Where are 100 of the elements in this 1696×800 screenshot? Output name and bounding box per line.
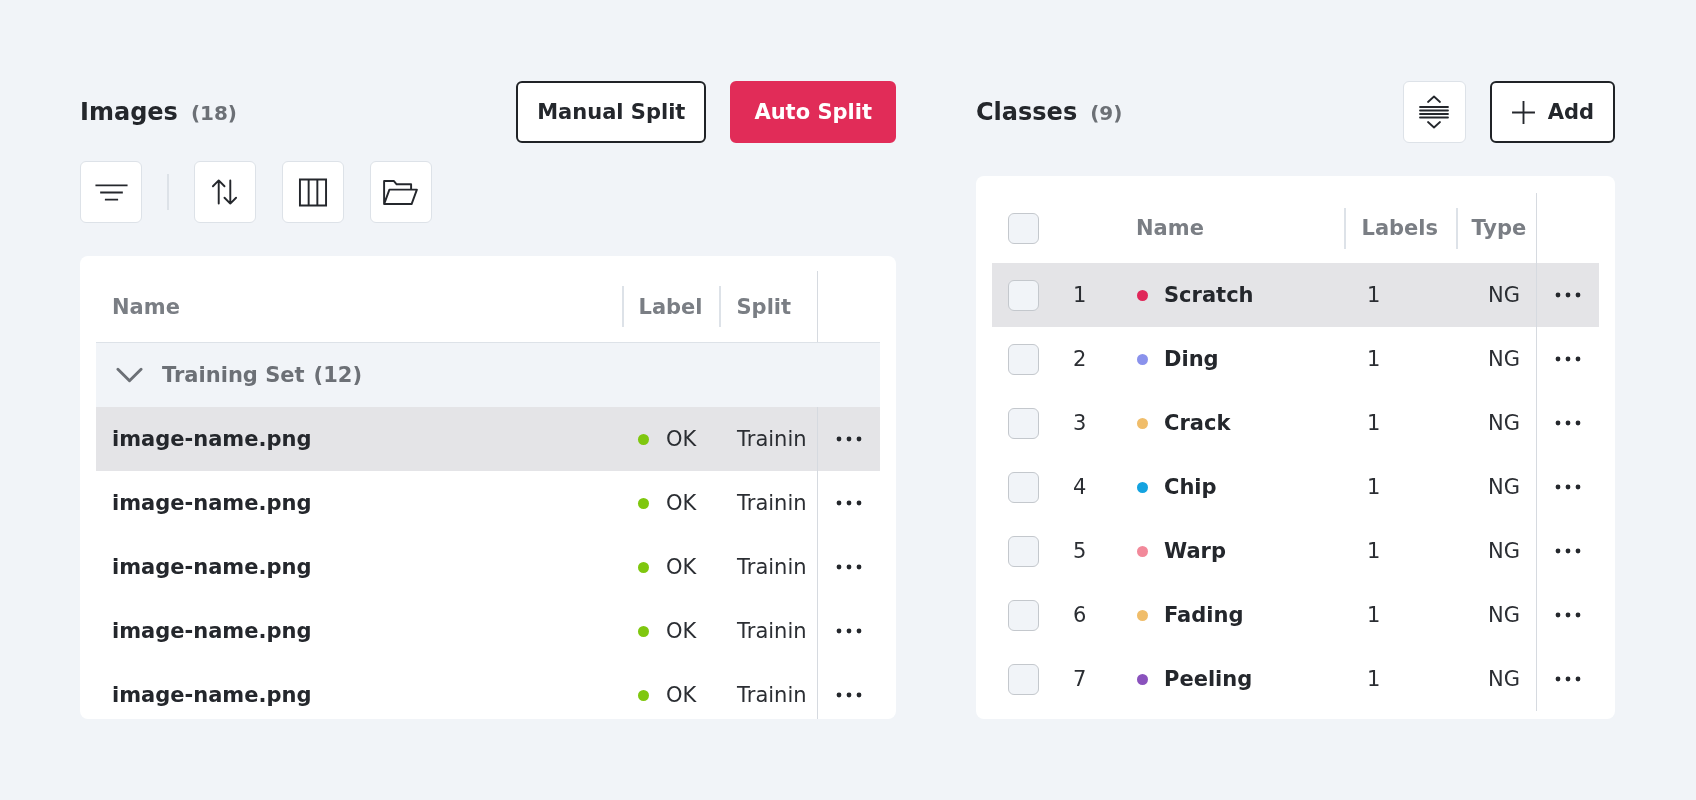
type-text: NG <box>1488 347 1520 371</box>
file-name: image-name.png <box>112 427 312 451</box>
label-count: 1 <box>1367 475 1381 499</box>
column-header: Name <box>112 294 180 319</box>
ellipsis-icon <box>836 500 862 506</box>
file-name: image-name.png <box>112 619 312 643</box>
split-text: Trainin <box>737 555 807 579</box>
column-header: Name <box>1136 216 1204 240</box>
row-number: 2 <box>1073 347 1087 371</box>
ellipsis-icon <box>836 564 862 570</box>
manual-split-button[interactable]: Manual Split <box>516 81 707 143</box>
row-number: 4 <box>1073 475 1087 499</box>
ellipsis-icon <box>1555 420 1581 426</box>
type-text: NG <box>1488 475 1520 499</box>
checkbox[interactable] <box>1008 343 1039 375</box>
table-row[interactable]: 2 Ding 1 NG <box>992 327 1599 391</box>
checkbox[interactable] <box>1008 212 1039 244</box>
class-name: Scratch <box>1164 283 1254 307</box>
checkbox[interactable] <box>1008 599 1039 631</box>
label-count: 1 <box>1367 539 1381 563</box>
file-name: image-name.png <box>112 555 312 579</box>
panel-title: Classes <box>976 97 1078 127</box>
folder-icon <box>382 178 419 206</box>
ellipsis-icon <box>1555 484 1581 490</box>
item-count: (9) <box>1090 100 1123 125</box>
checkbox[interactable] <box>1008 471 1039 503</box>
status-label: OK <box>666 555 697 579</box>
checkbox[interactable] <box>1008 407 1039 439</box>
file-name: image-name.png <box>112 683 312 707</box>
split-text: Trainin <box>737 491 807 515</box>
filter-icon <box>93 183 129 201</box>
ellipsis-icon <box>1555 676 1581 682</box>
table-row[interactable]: 3 Crack 1 NG <box>992 391 1599 455</box>
table-row[interactable]: image-name.png OK Trainin <box>96 599 880 663</box>
sort-button[interactable] <box>193 161 256 223</box>
checkbox[interactable] <box>1008 535 1039 567</box>
file-name: image-name.png <box>112 491 312 515</box>
row-number: 3 <box>1073 411 1087 435</box>
group-row[interactable]: Training Set (12) <box>96 343 880 407</box>
column-header: Label <box>638 294 703 319</box>
class-name: Chip <box>1164 475 1217 499</box>
group-label: Training Set <box>162 363 305 387</box>
column-header: Split <box>736 294 792 319</box>
label-count: 1 <box>1367 667 1381 691</box>
column-header: Type <box>1471 216 1527 240</box>
up-down-arrows-icon <box>211 178 238 206</box>
class-name: Ding <box>1164 347 1219 371</box>
status-label: OK <box>666 683 697 707</box>
checkbox[interactable] <box>1008 279 1039 311</box>
type-text: NG <box>1488 603 1520 627</box>
columns-button[interactable] <box>281 161 344 223</box>
status-label: OK <box>666 427 697 451</box>
table-row[interactable]: 4 Chip 1 NG <box>992 455 1599 519</box>
plus-icon <box>1510 99 1536 125</box>
ellipsis-icon <box>836 628 862 634</box>
ellipsis-icon <box>1555 612 1581 618</box>
table-row[interactable]: 7 Peeling 1 NG <box>992 647 1599 711</box>
ellipsis-icon <box>1555 548 1581 554</box>
class-name: Crack <box>1164 411 1231 435</box>
row-number: 6 <box>1073 603 1087 627</box>
ellipsis-icon <box>1555 356 1581 362</box>
type-text: NG <box>1488 667 1520 691</box>
row-density-button[interactable] <box>1402 81 1466 143</box>
split-text: Trainin <box>737 427 807 451</box>
label-count: 1 <box>1367 411 1381 435</box>
table-row[interactable]: image-name.png OK Trainin <box>96 663 880 719</box>
group-count: (12) <box>313 363 362 387</box>
filter-button[interactable] <box>80 161 142 223</box>
table-row[interactable]: image-name.png OK Trainin <box>96 471 880 535</box>
class-name: Peeling <box>1164 667 1253 691</box>
label-count: 1 <box>1367 283 1381 307</box>
column-header: Labels <box>1361 216 1439 240</box>
status-label: OK <box>666 619 697 643</box>
row-number: 1 <box>1073 283 1087 307</box>
panel-title: Images <box>80 97 178 127</box>
ellipsis-icon <box>836 692 862 698</box>
row-density-icon <box>1419 95 1450 129</box>
item-count: (18) <box>190 100 237 125</box>
row-number: 7 <box>1073 667 1087 691</box>
split-text: Trainin <box>737 619 807 643</box>
type-text: NG <box>1488 539 1520 563</box>
ellipsis-icon <box>1555 292 1581 298</box>
status-label: OK <box>666 491 697 515</box>
folder-button[interactable] <box>369 161 432 223</box>
label-count: 1 <box>1367 347 1381 371</box>
split-text: Trainin <box>737 683 807 707</box>
add-button[interactable]: Add <box>1489 81 1615 143</box>
row-number: 5 <box>1073 539 1087 563</box>
type-text: NG <box>1488 411 1520 435</box>
checkbox[interactable] <box>1008 663 1039 695</box>
table-row[interactable]: image-name.png OK Trainin <box>96 407 880 471</box>
class-name: Fading <box>1164 603 1244 627</box>
type-text: NG <box>1488 283 1520 307</box>
table-row[interactable]: 6 Fading 1 NG <box>992 583 1599 647</box>
table-row[interactable]: image-name.png OK Trainin <box>96 535 880 599</box>
table-row[interactable]: 1 Scratch 1 NG <box>992 263 1599 327</box>
class-name: Warp <box>1164 539 1226 563</box>
auto-split-button[interactable]: Auto Split <box>730 81 896 143</box>
table-row[interactable]: 5 Warp 1 NG <box>992 519 1599 583</box>
columns-icon <box>297 177 328 207</box>
